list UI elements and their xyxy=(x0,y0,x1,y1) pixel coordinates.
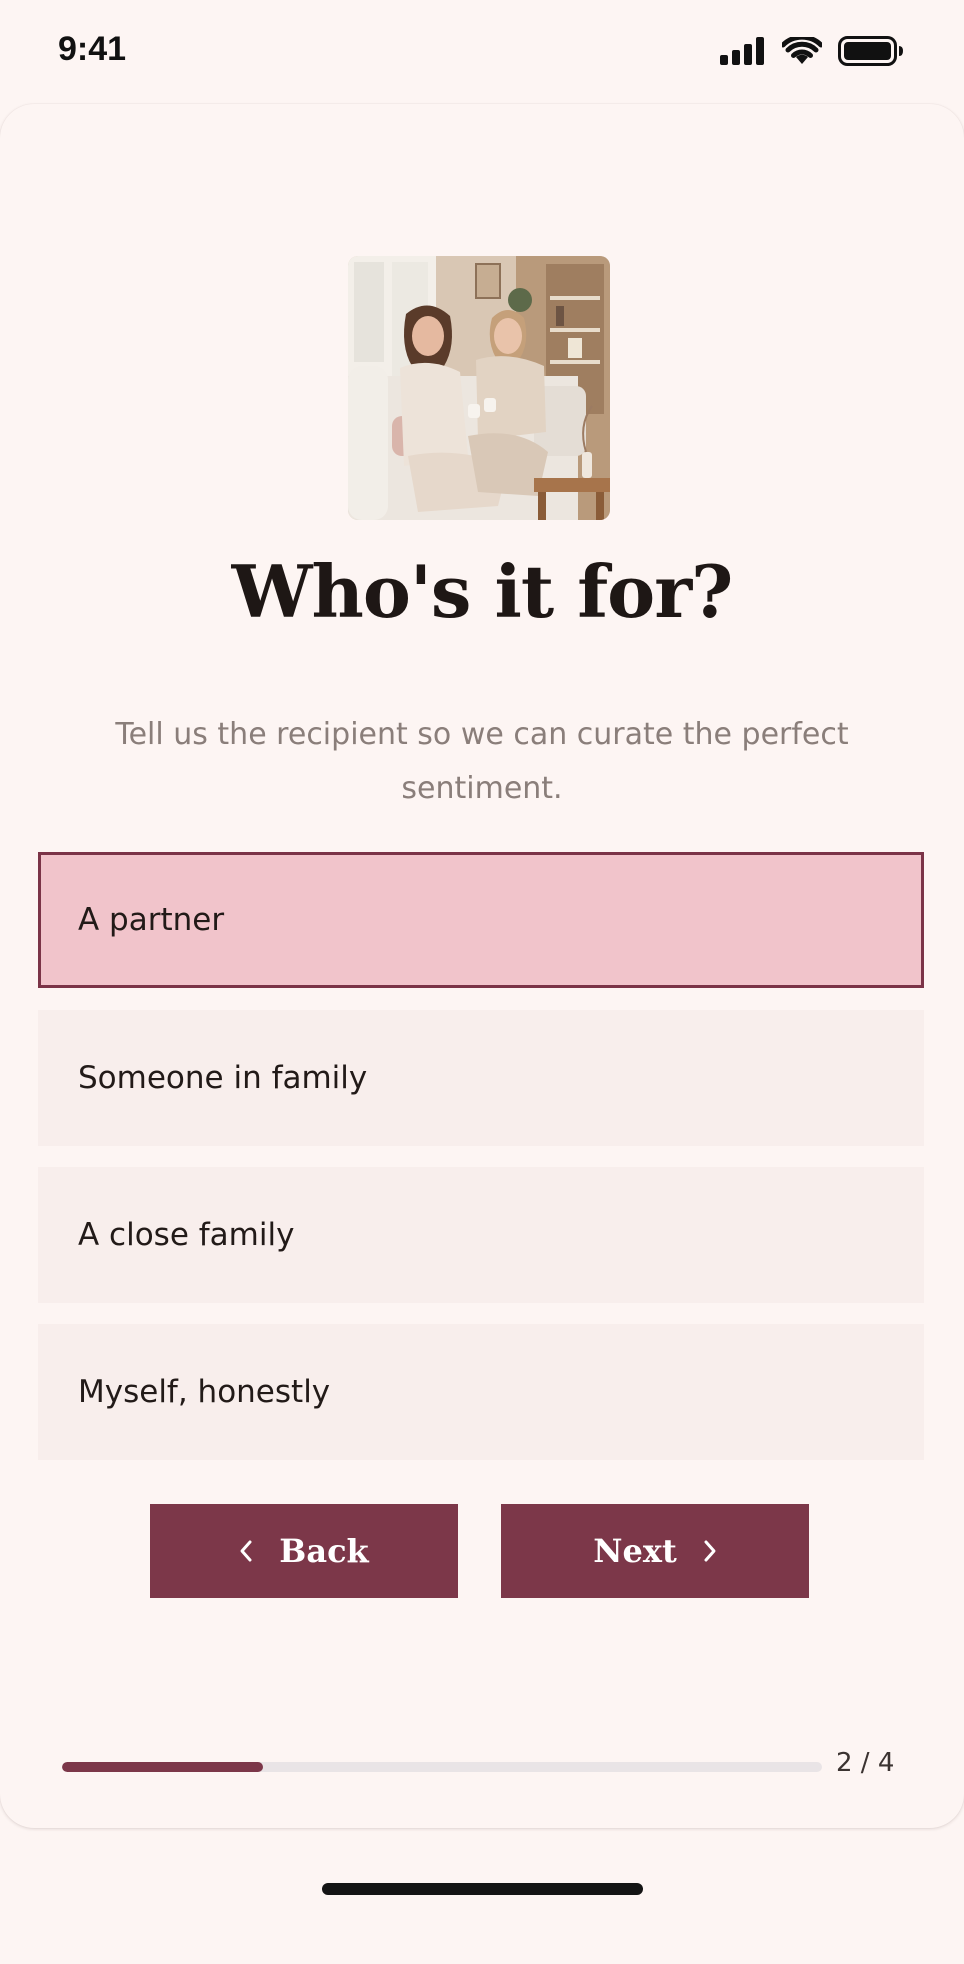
option-label: A close family xyxy=(78,1217,295,1253)
next-button-label: Next xyxy=(593,1532,677,1570)
option-label: Myself, honestly xyxy=(78,1374,331,1410)
hero-photo xyxy=(348,256,610,520)
page-title: Who's it for? xyxy=(231,549,734,634)
status-time: 9:41 xyxy=(58,30,127,68)
option-someone-in-family[interactable]: Someone in family xyxy=(38,1010,924,1146)
home-indicator xyxy=(322,1883,643,1895)
progress-bar-fill xyxy=(62,1762,264,1772)
battery-icon xyxy=(838,36,903,66)
progress-label: 2 / 4 xyxy=(836,1748,895,1778)
next-button[interactable]: Next xyxy=(501,1504,809,1598)
option-a-close-family[interactable]: A close family xyxy=(38,1167,924,1303)
status-icons xyxy=(720,36,904,66)
status-bar: 9:41 xyxy=(0,0,964,104)
option-a-partner[interactable]: A partner xyxy=(38,852,924,988)
question-card: Who's it for? Tell us the recipient so w… xyxy=(0,104,964,1828)
page-subtitle: Tell us the recipient so we can curate t… xyxy=(115,717,849,806)
option-myself-honestly[interactable]: Myself, honestly xyxy=(38,1324,924,1460)
signal-icon xyxy=(720,37,764,65)
back-button[interactable]: Back xyxy=(150,1504,458,1598)
progress-bar xyxy=(62,1762,822,1772)
back-button-label: Back xyxy=(279,1532,369,1570)
chevron-left-icon xyxy=(240,1540,252,1562)
app-screen: 9:41 Who's it for? Tell us the recipient… xyxy=(0,0,964,1964)
option-label: A partner xyxy=(78,902,225,938)
hero-image xyxy=(348,256,610,520)
chevron-right-icon xyxy=(704,1540,716,1562)
option-label: Someone in family xyxy=(78,1060,368,1096)
wifi-icon xyxy=(782,37,822,64)
